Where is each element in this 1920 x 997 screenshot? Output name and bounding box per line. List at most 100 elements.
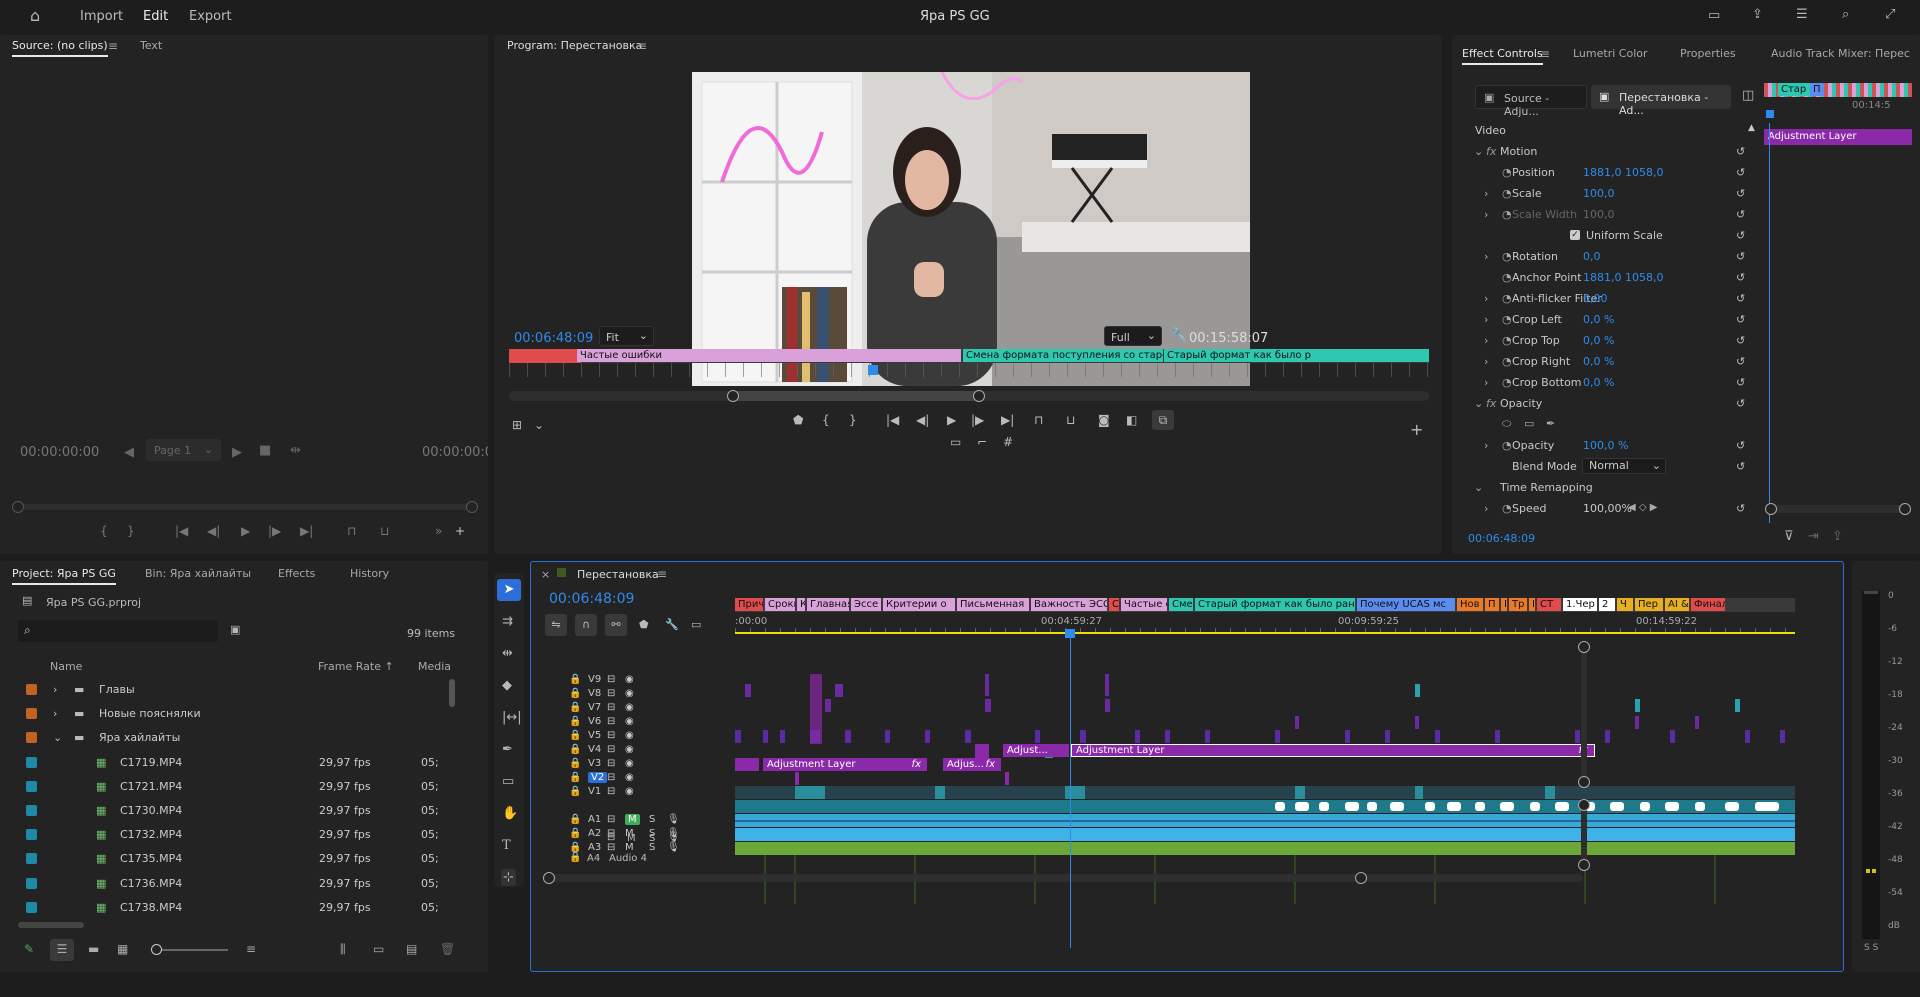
timeline-marker[interactable]: Сроки <box>765 598 795 611</box>
timeline-marker[interactable]: Старый формат как было раньш <box>1195 598 1355 611</box>
remix-tool-icon[interactable]: ⊹ <box>501 869 516 886</box>
program-ruler[interactable] <box>509 363 1429 377</box>
property-value[interactable]: 0,0 <box>1583 250 1601 263</box>
bin-row[interactable]: › ▬ Главы <box>0 678 455 702</box>
track-label[interactable]: V8 <box>588 688 601 699</box>
mark-out-icon[interactable]: } <box>849 413 857 427</box>
vr-icon[interactable]: ▭ <box>950 435 961 449</box>
captions-icon[interactable]: ▭ <box>691 618 701 631</box>
reset-icon[interactable]: ↺ <box>1736 292 1745 305</box>
tab-effect-controls[interactable]: Effect Controls <box>1462 47 1543 65</box>
mic-icon[interactable]: 🎙 <box>667 814 680 825</box>
lock-icon[interactable]: 🔒 <box>569 716 581 727</box>
search-input[interactable]: ⌕ <box>18 620 218 642</box>
program-marker[interactable]: Старый формат как было р <box>1164 349 1429 362</box>
label-color-swatch[interactable] <box>26 756 37 768</box>
timeline-marker[interactable]: 1.Чер <box>1563 598 1597 611</box>
razor-icon[interactable]: ◆ <box>502 679 512 692</box>
mini-marker[interactable]: Стар <box>1778 83 1808 96</box>
trash-icon[interactable]: 🗑 <box>440 942 455 956</box>
menu-icon[interactable]: ≡ <box>1540 47 1550 61</box>
clip-adjustment-v4-a[interactable] <box>735 758 759 771</box>
eye-icon[interactable]: ◉ <box>625 730 634 741</box>
menu-icon[interactable]: ≡ <box>657 567 667 581</box>
program-zoom-bar[interactable] <box>509 390 1429 402</box>
eye-icon[interactable]: ◉ <box>625 758 634 769</box>
timeline-marker[interactable]: Важность ЭССЕ <box>1031 598 1107 611</box>
track-label[interactable]: V3 <box>588 758 601 769</box>
eye-icon[interactable]: ◉ <box>625 716 634 727</box>
sync-icon[interactable]: ⊟ <box>607 674 615 685</box>
lock-icon[interactable]: 🔒 <box>569 702 581 713</box>
solo-button[interactable]: S <box>649 814 655 825</box>
clip-row[interactable]: ▦ C1732.MP4 29,97 fps 05; <box>0 823 455 847</box>
share-icon[interactable]: ⇪ <box>1832 530 1843 543</box>
bin-row[interactable]: › ▬ Новые пояснялки <box>0 702 455 726</box>
lock-icon[interactable]: 🔒 <box>569 772 581 783</box>
lock-icon[interactable]: 🔒 <box>569 814 581 825</box>
label-color-swatch[interactable] <box>26 708 37 720</box>
sync-icon[interactable]: ⊟ <box>607 832 615 843</box>
ellipse-mask-icon[interactable]: ⬭ <box>1502 417 1511 431</box>
label-color-swatch[interactable] <box>26 901 37 913</box>
sync-icon[interactable]: ⊟ <box>607 744 615 755</box>
reset-icon[interactable]: ↺ <box>1736 271 1745 284</box>
property-value[interactable]: 1881,0 <box>1583 166 1622 179</box>
eye-icon[interactable]: ◉ <box>625 772 634 783</box>
freeform-view-icon[interactable]: ▦ <box>117 942 128 956</box>
search-icon[interactable]: ⌕ <box>1842 8 1849 21</box>
effect-property-row[interactable]: ◔ Anchor Point 1881,0 1058,0 ↺ <box>1470 267 1760 288</box>
safe-margins-icon[interactable]: ⊞ <box>512 418 522 432</box>
lock-icon[interactable]: 🔒 <box>569 744 581 755</box>
sync-icon[interactable]: ⊟ <box>607 758 615 769</box>
effect-property-row[interactable]: ⌄ Time Remapping <box>1470 477 1760 498</box>
col-frame-rate[interactable]: Frame Rate ↑ <box>318 660 394 673</box>
effect-property-row[interactable]: › ◔ Scale 100,0 ↺ <box>1470 183 1760 204</box>
step-back-icon[interactable]: ◀| <box>916 413 929 427</box>
sync-icon[interactable]: ⊟ <box>607 772 615 783</box>
program-tc[interactable]: 00:06:48:09 <box>514 331 593 346</box>
timeline-marker[interactable]: Тр <box>1509 598 1527 611</box>
clip-adjustment-v4-b[interactable]: Adjustment Layer fx <box>763 758 927 771</box>
close-icon[interactable]: × <box>541 568 550 581</box>
twirl-icon[interactable]: › <box>1484 292 1488 305</box>
col-media[interactable]: Media <box>418 660 451 673</box>
mic-icon[interactable]: 🎙 <box>667 832 680 843</box>
sync-icon[interactable]: ⊟ <box>607 716 615 727</box>
mute-button[interactable]: M <box>627 833 636 844</box>
tab-audio-mixer[interactable]: Audio Track Mixer: Перес <box>1771 47 1910 60</box>
lock-icon[interactable]: 🔒 <box>569 786 581 797</box>
tab-lumetri-color[interactable]: Lumetri Color <box>1573 47 1648 60</box>
pen-icon[interactable]: ✎ <box>24 942 34 956</box>
timeline-marker[interactable]: СТ <box>1537 598 1561 611</box>
hand-tool-icon[interactable]: ✋ <box>502 807 518 820</box>
label-color-swatch[interactable] <box>26 877 37 889</box>
sync-icon[interactable]: ⊟ <box>607 786 615 797</box>
step-fwd-icon[interactable]: |▶ <box>268 524 281 538</box>
label-color-swatch[interactable] <box>26 853 37 865</box>
effect-property-row[interactable]: ✓ Uniform Scale ↺ <box>1470 225 1760 246</box>
mark-in-icon[interactable]: { <box>822 413 830 427</box>
timeline-marker[interactable]: К <box>797 598 805 611</box>
stopwatch-icon[interactable]: ◔ <box>1502 502 1512 515</box>
uniform-scale-checkbox[interactable]: ✓ <box>1570 230 1580 240</box>
meter-solo[interactable]: S S <box>1864 943 1878 953</box>
rectangle-tool-icon[interactable]: ▭ <box>502 775 514 788</box>
timeline-marker[interactable]: Прич <box>735 598 763 611</box>
solo-button[interactable]: S <box>649 833 655 844</box>
export-icon[interactable]: ⇥ <box>1808 530 1819 543</box>
effect-property-row[interactable]: ◔ Position 1881,0 1058,0 ↺ <box>1470 162 1760 183</box>
effect-property-row[interactable]: › ◔ Crop Top 0,0 % ↺ <box>1470 330 1760 351</box>
effect-property-row[interactable]: › ◔ Opacity 100,0 % ↺ <box>1470 435 1760 456</box>
fx-icon[interactable]: fx <box>1486 145 1496 158</box>
timeline-marker[interactable]: Ч <box>1617 598 1633 611</box>
timeline-marker[interactable]: Финал <box>1691 598 1725 611</box>
playhead-icon[interactable] <box>868 365 878 375</box>
nest-icon[interactable]: ⇋ <box>545 614 567 636</box>
reset-icon[interactable]: ↺ <box>1736 145 1745 158</box>
timeline-marker[interactable]: С <box>1109 598 1119 611</box>
menu-export[interactable]: Export <box>189 9 232 24</box>
go-out-icon[interactable]: ▶| <box>1001 413 1014 427</box>
effect-property-row[interactable]: › ◔ Rotation 0,0 ↺ <box>1470 246 1760 267</box>
rect-mask-icon[interactable]: ▭ <box>1524 417 1534 430</box>
